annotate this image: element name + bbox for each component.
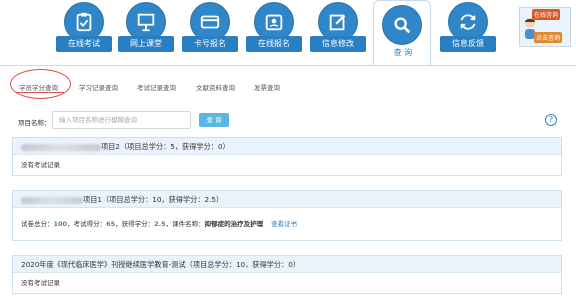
online-consult-button[interactable]: 点击咨询 [534,32,563,43]
card-detail-row: 试卷总分：100，考试得分：65，获得学分：2.5，课件名称：抑郁症的治疗及护理… [21,220,298,228]
paper-total-score: 100 [53,220,68,228]
project-card: 2020年度《现代临床医学》刊授继续医学教育-测试（项目总学分：10，获得学分：… [12,255,562,294]
redacted-text [21,143,101,151]
online-consult-widget[interactable]: 在线咨询 点击咨询 [519,7,571,47]
card-title: 项目2（项目总学分：5，获得学分：0） [13,138,561,155]
nav-label: 在线报名 [246,36,302,52]
credit-query-page: 在线考试 网上课堂 卡号报名 在线报名 信息修改 查 询 信息反馈 在线咨询 点… [0,0,576,306]
tab-literature[interactable]: 文献资料查询 [196,82,235,92]
card-body: 没有考试记录 [21,279,60,287]
query-tabs: 学员学分查询 学习记录查询 考试记录查询 文献资料查询 发票查询 [0,65,576,99]
view-certificate-link[interactable]: 查看证书 [271,220,297,228]
nav-info-edit[interactable]: 信息修改 [310,2,366,52]
nav-query[interactable]: 查 询 [373,0,431,66]
nav-card-register[interactable]: 卡号报名 [182,2,238,52]
card-body: 没有考试记录 [21,161,60,169]
search-icon [382,5,422,45]
nav-label: 网上课堂 [118,36,174,52]
tab-credit-query[interactable]: 学员学分查询 [19,82,58,92]
nav-online-class[interactable]: 网上课堂 [118,2,174,52]
nav-label: 卡号报名 [182,36,238,52]
project-card: 项目1（项目总学分：10，获得学分：2.5） 试卷总分：100，考试得分：65，… [12,190,562,241]
project-card: 项目2（项目总学分：5，获得学分：0） 没有考试记录 [12,137,562,176]
nav-online-exam[interactable]: 在线考试 [56,2,112,52]
nav-online-register[interactable]: 在线报名 [246,2,302,52]
search-input[interactable] [52,111,191,129]
card-title: 2020年度《现代临床医学》刊授继续医学教育-测试（项目总学分：10，获得学分：… [13,256,561,273]
earned-credit: 2.5 [154,220,166,228]
search-label: 项目名称： [18,119,51,127]
tab-study-record[interactable]: 学习记录查询 [79,82,118,92]
tab-exam-record[interactable]: 考试记录查询 [137,82,176,92]
search-button[interactable]: 查 询 [199,113,229,127]
nav-feedback[interactable]: 信息反馈 [440,2,496,52]
nav-label: 信息修改 [310,36,366,52]
search-bar: 项目名称： 查 询 ? [0,108,576,132]
nav-label: 在线考试 [56,36,112,52]
help-icon[interactable]: ? [545,114,557,126]
card-title: 项目1（项目总学分：10，获得学分：2.5） [13,191,561,208]
nav-label: 信息反馈 [440,36,496,52]
active-tab-underline [16,92,64,93]
top-navigation: 在线考试 网上课堂 卡号报名 在线报名 信息修改 查 询 信息反馈 在线咨询 点… [0,0,576,66]
tab-invoice[interactable]: 发票查询 [254,82,280,92]
nav-label: 查 询 [393,48,413,57]
redacted-text [21,196,83,204]
course-name: 抑郁症的治疗及护理 [204,220,264,228]
exam-score: 65 [106,220,116,228]
online-consult-title: 在线咨询 [532,9,561,20]
